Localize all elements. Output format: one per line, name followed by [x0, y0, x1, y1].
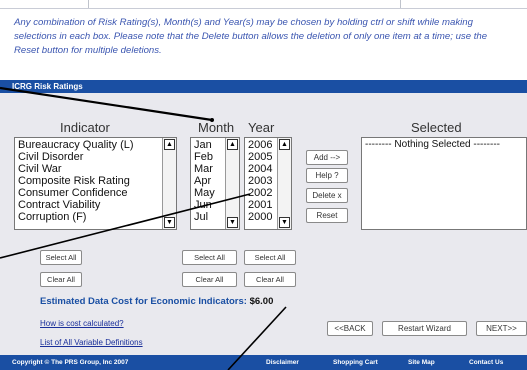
callout-line-1: [0, 86, 213, 122]
callout-line-3: [227, 306, 287, 370]
wizard-page: Any combination of Risk Rating(s), Month…: [0, 0, 527, 370]
annotation-lines: [0, 86, 287, 370]
callout-line-2: [0, 193, 251, 259]
callout-dot-1: [210, 118, 214, 122]
